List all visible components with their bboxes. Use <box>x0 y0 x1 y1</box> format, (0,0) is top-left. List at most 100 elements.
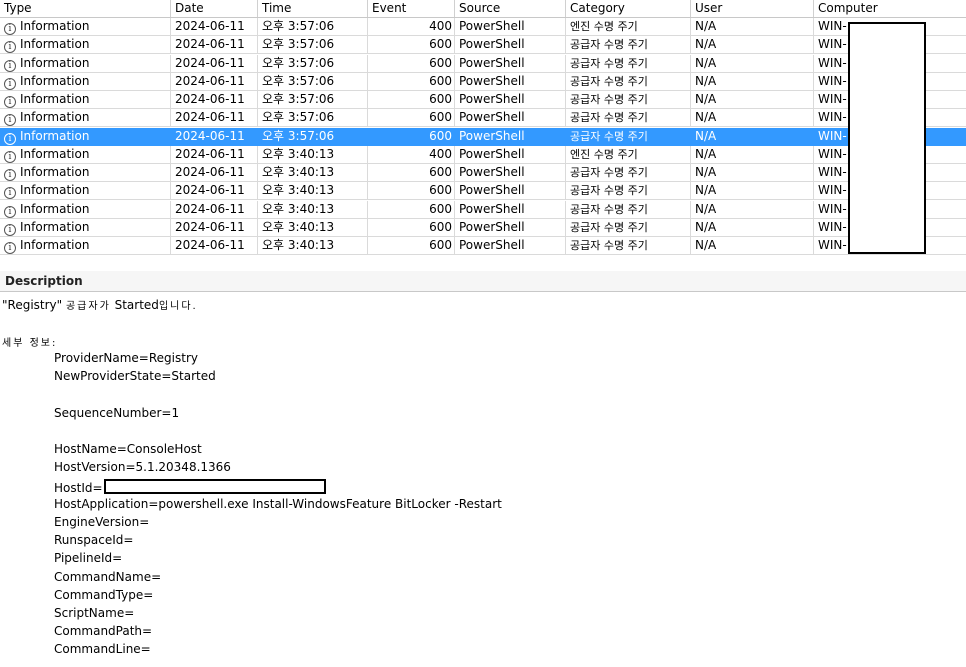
column-header-source[interactable]: Source <box>455 0 566 17</box>
host-version: HostVersion=5.1.20348.1366 <box>54 460 231 474</box>
table-row[interactable]: i Information 2024-06-11 오후 3:57:06 600 Power… <box>0 127 966 146</box>
table-row[interactable]: i Information 2024-06-11 오후 3:40:13 600 Power… <box>0 218 966 237</box>
column-divider <box>565 36 566 54</box>
column-divider <box>454 18 455 35</box>
column-divider <box>813 200 814 218</box>
column-divider <box>454 36 455 54</box>
column-divider <box>367 109 368 127</box>
column-divider <box>565 218 566 236</box>
column-divider <box>565 109 566 127</box>
table-row[interactable]: i Information 2024-06-11 오후 3:57:06 600 Power… <box>0 109 966 128</box>
cell-category: 엔진 수명 주기 <box>570 147 638 161</box>
table-row[interactable]: i Information 2024-06-11 오후 3:40:13 600 Power… <box>0 182 966 201</box>
column-divider <box>813 182 814 200</box>
column-divider <box>690 18 691 35</box>
table-row[interactable]: i Information 2024-06-11 오후 3:57:06 600 Power… <box>0 36 966 55</box>
column-divider <box>690 72 691 90</box>
column-header-computer[interactable]: Computer <box>814 0 966 17</box>
table-row[interactable]: i Information 2024-06-11 오후 3:57:06 400 Power… <box>0 18 966 36</box>
cell-category: 공급자 수명 주기 <box>570 166 648 179</box>
column-header-user[interactable]: User <box>691 0 814 17</box>
runspace-id: RunspaceId= <box>54 533 134 547</box>
command-line: CommandLine= <box>54 642 151 656</box>
cell-category: 공급자 수명 주기 <box>570 220 648 234</box>
info-circle-icon: i <box>4 114 16 127</box>
info-circle-icon: i <box>4 205 16 218</box>
column-divider <box>170 127 171 145</box>
column-divider <box>367 36 368 54</box>
column-header-time[interactable]: Time <box>258 0 368 17</box>
info-circle-icon: i <box>4 132 16 145</box>
column-divider <box>257 91 258 108</box>
column-divider <box>367 91 368 108</box>
table-row[interactable]: i Information 2024-06-11 오후 3:57:06 600 Power… <box>0 54 966 73</box>
table-row[interactable]: i Information 2024-06-11 오후 3:57:06 600 Power… <box>0 72 966 91</box>
description-header: Description <box>0 271 966 292</box>
cell-source: PowerShell <box>459 238 525 252</box>
cell-time: 오후 3:57:06 <box>262 73 335 88</box>
cell-event: 600 <box>429 201 452 216</box>
cell-event: 400 <box>429 146 452 161</box>
cell-type: i Information <box>0 36 171 54</box>
column-divider <box>170 109 171 127</box>
command-type: CommandType= <box>54 588 154 602</box>
column-divider <box>257 72 258 90</box>
type-label: Information <box>20 37 90 52</box>
column-header-date[interactable]: Date <box>171 0 258 17</box>
cell-type: i Information <box>0 91 171 108</box>
table-row[interactable]: i Information 2024-06-11 오후 3:40:13 600 Power… <box>0 164 966 182</box>
summary-mid: Started <box>110 298 159 312</box>
table-row[interactable]: i Information 2024-06-11 오후 3:40:13 600 Power… <box>0 200 966 219</box>
column-divider <box>813 54 814 72</box>
column-divider <box>454 54 455 72</box>
column-divider <box>565 72 566 90</box>
column-divider <box>257 237 258 254</box>
column-divider <box>170 164 171 181</box>
column-divider <box>257 182 258 200</box>
column-divider <box>257 200 258 218</box>
info-circle-icon: i <box>4 169 16 181</box>
column-header-type[interactable]: Type <box>0 0 171 17</box>
pipeline-id: PipelineId= <box>54 551 123 565</box>
table-row[interactable]: i Information 2024-06-11 오후 3:57:06 600 Power… <box>0 91 966 109</box>
table-row[interactable]: i Information 2024-06-11 오후 3:40:13 600 Power… <box>0 237 966 255</box>
column-divider <box>367 127 368 145</box>
column-divider <box>367 218 368 236</box>
cell-time: 오후 3:57:06 <box>262 128 335 143</box>
column-header-event[interactable]: Event <box>368 0 455 17</box>
column-divider <box>367 72 368 90</box>
cell-user: N/A <box>695 201 717 216</box>
cell-type: i Information <box>0 146 171 163</box>
column-divider <box>170 218 171 236</box>
column-divider <box>257 145 258 163</box>
column-divider <box>367 18 368 35</box>
column-header-category[interactable]: Category <box>566 0 691 17</box>
column-divider <box>565 237 566 254</box>
cell-user: N/A <box>695 238 717 252</box>
redaction-box <box>848 22 926 254</box>
cell-source: PowerShell <box>459 219 525 234</box>
cell-date: 2024-06-11 <box>175 92 245 106</box>
column-divider <box>170 182 171 200</box>
cell-category: 공급자 수명 주기 <box>570 202 648 216</box>
type-label: Information <box>20 183 90 198</box>
cell-user: N/A <box>695 146 717 161</box>
column-divider <box>454 109 455 127</box>
column-divider <box>565 54 566 72</box>
cell-event: 600 <box>429 219 452 234</box>
type-label: Information <box>20 128 90 143</box>
cell-category: 공급자 수명 주기 <box>570 184 648 198</box>
cell-date: 2024-06-11 <box>175 55 245 70</box>
column-divider <box>170 54 171 72</box>
cell-time: 오후 3:40:13 <box>262 183 335 198</box>
cell-time: 오후 3:40:13 <box>262 165 335 179</box>
cell-user: N/A <box>695 19 717 33</box>
command-name: CommandName= <box>54 570 162 584</box>
table-row[interactable]: i Information 2024-06-11 오후 3:40:13 400 Power… <box>0 145 966 164</box>
column-divider <box>690 91 691 108</box>
info-circle-icon: i <box>4 23 16 35</box>
description-body[interactable]: "Registry" 공급자가 Started입니다. 세부 정보: Provi… <box>0 292 966 667</box>
cell-source: PowerShell <box>459 165 525 179</box>
column-divider <box>367 145 368 163</box>
cell-category: 공급자 수명 주기 <box>570 111 648 125</box>
